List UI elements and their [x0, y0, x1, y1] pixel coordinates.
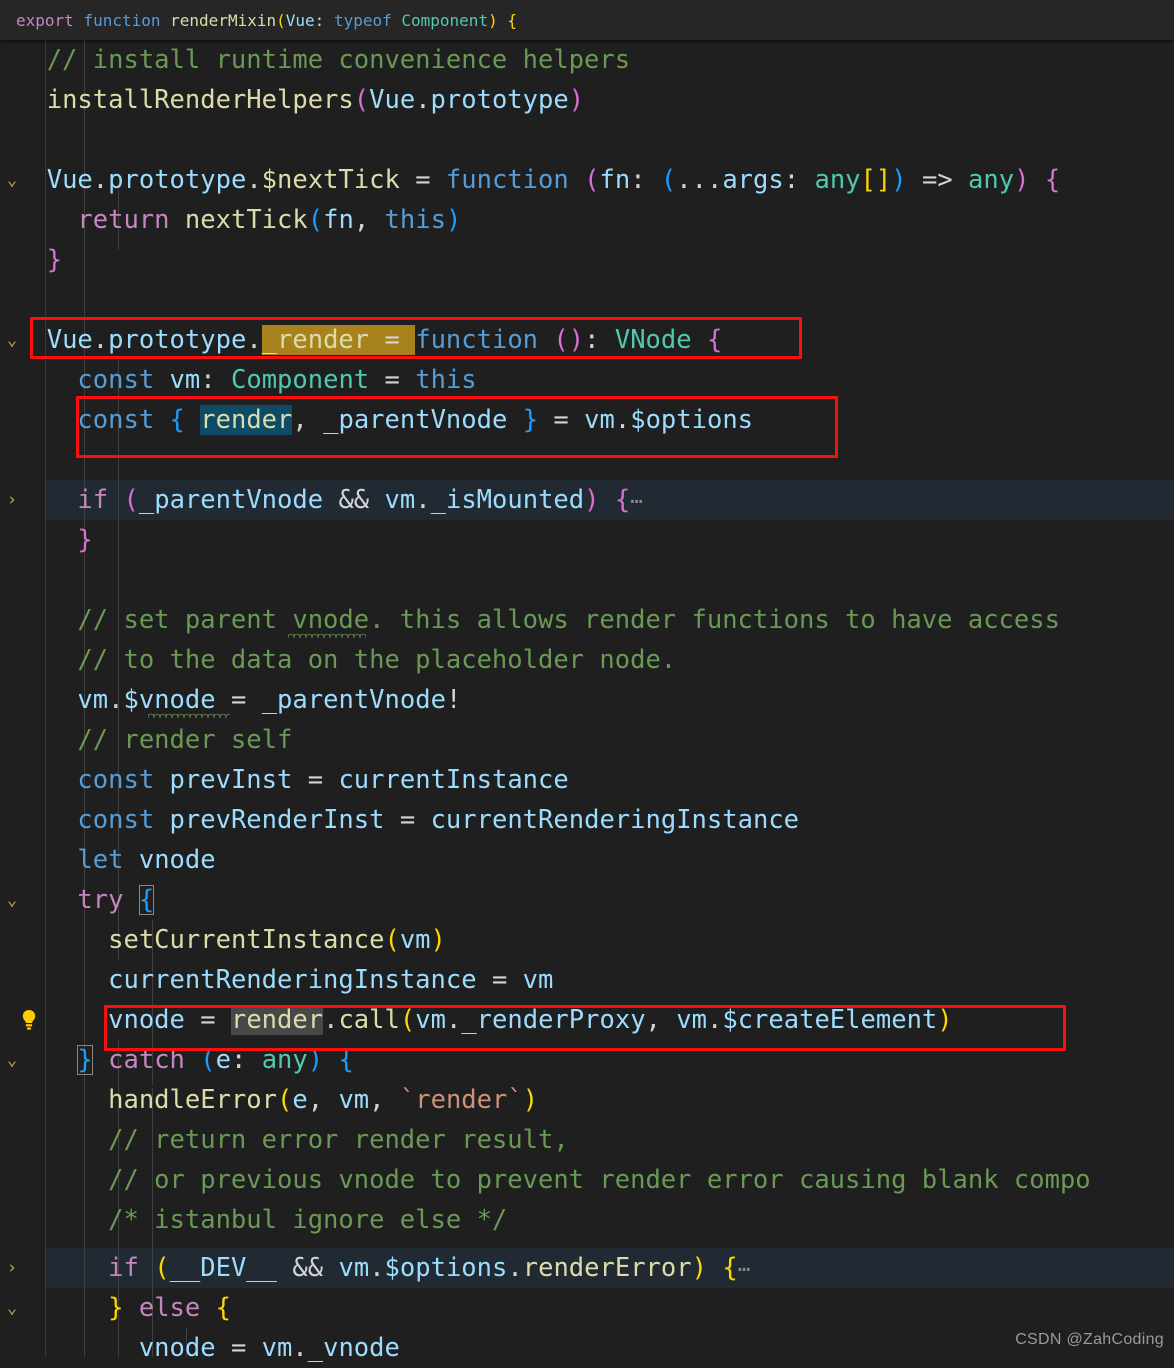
fold-arrow-closed-icon[interactable]: ›: [2, 1248, 22, 1288]
code-line[interactable]: const prevRenderInst = currentRenderingI…: [0, 800, 1174, 840]
code-line[interactable]: // install runtime convenience helpers: [0, 40, 1174, 80]
fold-arrow-open-icon[interactable]: ⌄: [2, 160, 22, 200]
code-line[interactable]: [0, 440, 1174, 480]
code-line[interactable]: Vue.prototype._render = function (): VNo…: [0, 320, 1174, 360]
code-line[interactable]: // or previous vnode to prevent render e…: [0, 1160, 1174, 1200]
code-line[interactable]: }: [0, 240, 1174, 280]
spell-squiggle: [288, 632, 366, 638]
code-line[interactable]: let vnode: [0, 840, 1174, 880]
code-line[interactable]: Vue.prototype.$nextTick = function (fn: …: [0, 160, 1174, 200]
code-line[interactable]: currentRenderingInstance = vm: [0, 960, 1174, 1000]
code-line[interactable]: [0, 120, 1174, 160]
code-line[interactable]: [0, 280, 1174, 320]
code-line[interactable]: // to the data on the placeholder node.: [0, 640, 1174, 680]
code-line[interactable]: return nextTick(fn, this): [0, 200, 1174, 240]
code-line[interactable]: const { render, _parentVnode } = vm.$opt…: [0, 400, 1174, 440]
code-line[interactable]: const vm: Component = this: [0, 360, 1174, 400]
code-line[interactable]: setCurrentInstance(vm): [0, 920, 1174, 960]
selection-word-highlight: render: [200, 405, 293, 435]
lightbulb-glyph: [22, 1010, 36, 1030]
fold-arrow-open-icon[interactable]: ⌄: [2, 320, 22, 360]
fold-arrow-open-icon[interactable]: ⌄: [2, 880, 22, 920]
code-line[interactable]: try {: [0, 880, 1174, 920]
fold-arrow-closed-icon[interactable]: ›: [2, 480, 22, 520]
code-line[interactable]: handleError(e, vm, `render`): [0, 1080, 1174, 1120]
function-token: installRenderHelpers: [46, 85, 354, 115]
folded-region-indicator[interactable]: ⋯: [738, 1257, 752, 1281]
watermark: CSDN @ZahCoding: [1015, 1331, 1164, 1348]
folded-region-indicator[interactable]: ⋯: [630, 489, 644, 513]
code-line[interactable]: if (_parentVnode && vm._isMounted) {⋯: [0, 480, 1174, 520]
code-line[interactable]: } catch (e: any) {: [0, 1040, 1174, 1080]
code-line[interactable]: }: [0, 520, 1174, 560]
gold-word-highlight: _render =: [261, 325, 416, 355]
code-line[interactable]: [0, 560, 1174, 600]
bracket-match-highlight: {: [138, 885, 155, 915]
fold-arrow-open-icon[interactable]: ⌄: [2, 1040, 22, 1080]
code-line[interactable]: if (__DEV__ && vm.$options.renderError) …: [0, 1248, 1174, 1288]
code-line[interactable]: vnode = render.call(vm._renderProxy, vm.…: [0, 1000, 1174, 1040]
sticky-scroll-header[interactable]: export function renderMixin(Vue: typeof …: [0, 0, 1174, 40]
code-line[interactable]: } else {: [0, 1288, 1174, 1328]
occurrence-word-highlight: render: [230, 1005, 324, 1035]
bracket-match-highlight: }: [77, 1045, 93, 1075]
code-editor[interactable]: // install runtime convenience helpers i…: [0, 0, 1174, 1363]
code-line[interactable]: // render self: [0, 720, 1174, 760]
spell-squiggle: [148, 712, 230, 718]
code-line[interactable]: // set parent vnode. this allows render …: [0, 600, 1174, 640]
code-line[interactable]: /* istanbul ignore else */: [0, 1200, 1174, 1240]
quick-fix-lightbulb-icon[interactable]: [18, 1000, 40, 1040]
code-line[interactable]: installRenderHelpers(Vue.prototype): [0, 80, 1174, 120]
code-line[interactable]: // return error render result,: [0, 1120, 1174, 1160]
comment-token: // install runtime convenience helpers: [16, 45, 631, 75]
fold-arrow-open-icon[interactable]: ⌄: [2, 1288, 22, 1328]
code-line[interactable]: vnode = vm._vnode: [0, 1328, 1174, 1368]
code-line[interactable]: const prevInst = currentInstance: [0, 760, 1174, 800]
